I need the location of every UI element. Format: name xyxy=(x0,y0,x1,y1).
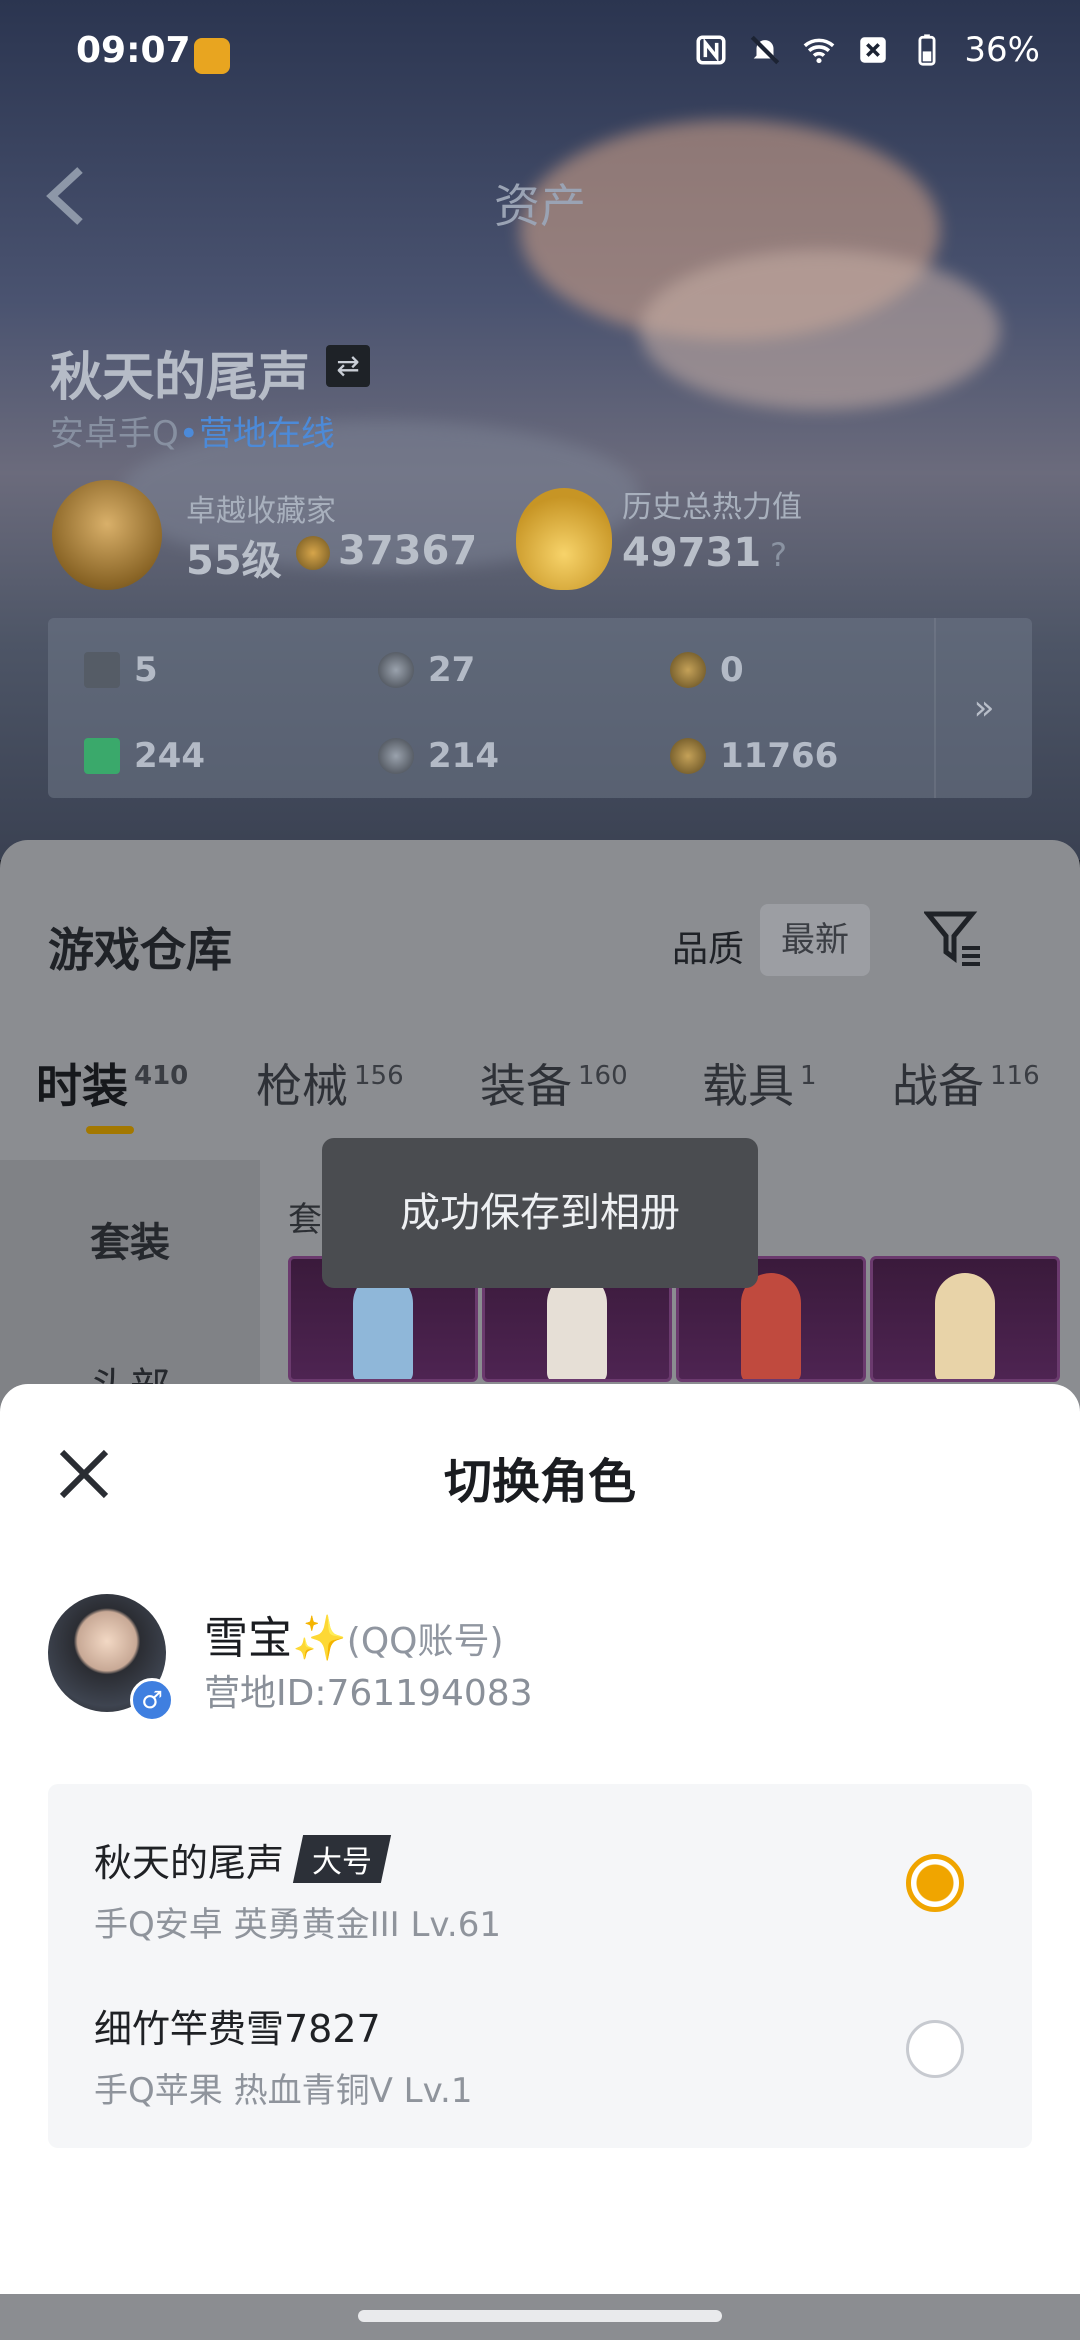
tab-equipment[interactable]: 装备 160 xyxy=(480,1050,628,1116)
tab-fashion[interactable]: 时装 410 xyxy=(36,1050,188,1116)
page-title: 资产 xyxy=(494,179,586,233)
category-tabs: 时装 410 枪械 156 装备 160 载具 1 战备 116 xyxy=(0,1050,1080,1130)
wifi-icon xyxy=(804,38,835,64)
heat-title: 历史总热力值 xyxy=(622,490,802,525)
switch-role-sheet: 切换角色 ♂ 雪宝✨(QQ账号) 营地ID:761194083 秋天的尾声 大号 … xyxy=(0,1384,1080,2294)
role-name: 细竹竿费雪7827 xyxy=(94,2007,381,2051)
sort-quality[interactable]: 品质 xyxy=(672,920,744,972)
coin-s-icon xyxy=(378,652,414,688)
online-status: 营地在线 xyxy=(198,414,335,454)
active-tab-indicator xyxy=(86,1126,134,1134)
gold-coin-icon xyxy=(670,738,706,774)
platform-label: 安卓手Q xyxy=(50,414,179,454)
stat-gold: 11766 xyxy=(670,736,838,776)
coin-icon xyxy=(296,536,330,570)
battery-icon xyxy=(918,34,936,66)
role-item[interactable]: 细竹竿费雪7827 手Q苹果 热血青铜V Lv.1 xyxy=(94,1998,974,2112)
role-details: 手Q安卓 英勇黄金III Lv.61 xyxy=(94,1905,501,1945)
sim-off-icon xyxy=(860,37,887,63)
home-indicator[interactable] xyxy=(358,2310,722,2322)
stat-a-coins: 0 xyxy=(670,650,744,690)
profile-name: 秋天的尾声 xyxy=(50,348,311,408)
heat-value: 49731 xyxy=(622,530,762,576)
online-dot: • xyxy=(178,414,199,454)
warehouse-title: 游戏仓库 xyxy=(48,923,232,977)
help-icon[interactable]: ? xyxy=(770,536,787,574)
role-radio-selected[interactable] xyxy=(906,1854,964,1912)
role-item[interactable]: 秋天的尾声 大号 手Q安卓 英勇黄金III Lv.61 xyxy=(94,1832,974,1946)
medal-icon xyxy=(378,738,414,774)
stat-tickets: 244 xyxy=(84,736,205,776)
coin-a-icon xyxy=(670,652,706,688)
filter-icon[interactable] xyxy=(924,908,984,968)
collector-level: 55级 xyxy=(186,538,282,584)
stat-medals: 214 xyxy=(378,736,499,776)
tab-supplies[interactable]: 战备 116 xyxy=(892,1050,1040,1116)
stats-more-button[interactable]: » xyxy=(934,618,1032,798)
costume-figure xyxy=(741,1273,801,1379)
role-list: 秋天的尾声 大号 手Q安卓 英勇黄金III Lv.61 细竹竿费雪7827 手Q苹… xyxy=(48,1784,1032,2148)
item-card[interactable] xyxy=(870,1256,1060,1382)
costume-figure xyxy=(547,1273,607,1379)
app-notification-icon xyxy=(194,38,230,74)
tab-guns[interactable]: 枪械 156 xyxy=(256,1050,404,1116)
battery-level: 36% xyxy=(964,30,1040,70)
main-account-badge: 大号 xyxy=(292,1835,392,1883)
side-item-suits[interactable]: 套装 xyxy=(0,1210,260,1268)
toast-message: 成功保存到相册 xyxy=(322,1138,758,1288)
coin-count: 37367 xyxy=(338,528,478,574)
collector-title: 卓越收藏家 xyxy=(186,494,336,529)
ticket-icon xyxy=(84,738,120,774)
flame-icon xyxy=(516,488,612,590)
card-icon xyxy=(84,652,120,688)
nfc-icon xyxy=(696,35,726,65)
status-time: 09:07 xyxy=(76,30,191,71)
costume-figure xyxy=(353,1273,413,1379)
tab-vehicles[interactable]: 载具 1 xyxy=(702,1050,817,1116)
role-details: 手Q苹果 热血青铜V Lv.1 xyxy=(94,2071,473,2111)
collector-badge-icon xyxy=(52,480,162,590)
account-id: 营地ID:761194083 xyxy=(204,1673,533,1714)
male-icon: ♂ xyxy=(130,1678,174,1722)
status-bar: 09:07 36% xyxy=(0,0,1080,110)
role-radio[interactable] xyxy=(906,2020,964,2078)
sort-latest[interactable]: 最新 xyxy=(760,904,870,976)
role-name: 秋天的尾声 xyxy=(94,1841,285,1885)
stat-cards: 5 xyxy=(84,650,158,690)
sheet-title: 切换角色 xyxy=(443,1454,636,1510)
stat-s-coins: 27 xyxy=(378,650,475,690)
stats-box[interactable]: 5 27 0 244 214 11766 » xyxy=(48,618,1032,798)
mute-bell-icon xyxy=(751,35,780,65)
costume-figure xyxy=(935,1273,995,1379)
account-name: 雪宝✨(QQ账号) xyxy=(204,1613,504,1664)
top-nav: 资产 xyxy=(0,140,1080,240)
swap-role-icon[interactable]: ⇄ xyxy=(326,345,370,387)
profile-platform: 安卓手Q•营地在线 xyxy=(50,406,335,455)
